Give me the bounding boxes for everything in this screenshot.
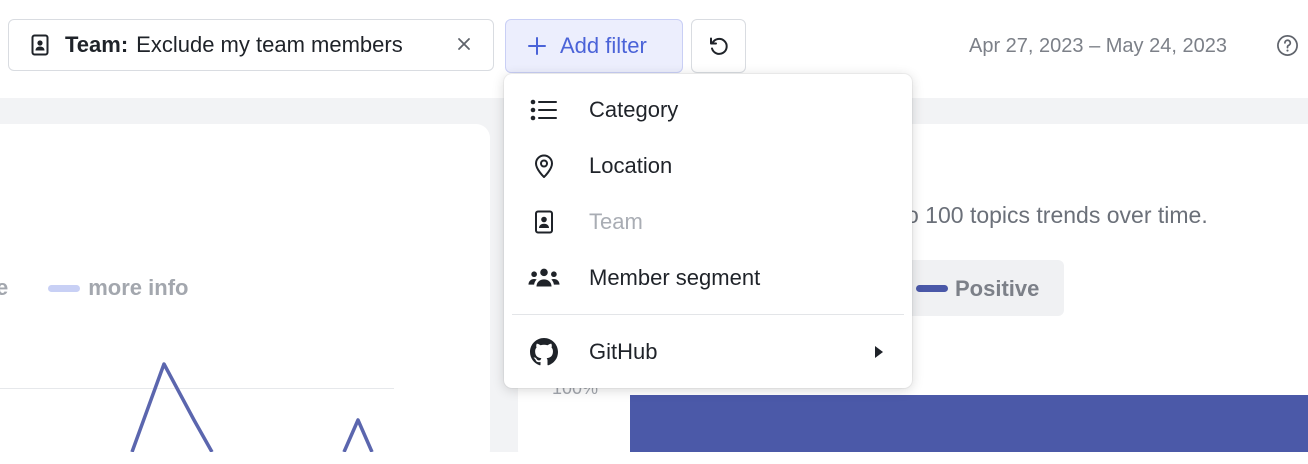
legend-label-positive: Positive [955,276,1040,301]
menu-divider [512,314,904,315]
reset-icon [709,37,728,55]
date-range[interactable]: Apr 27, 2023 – May 24, 2023 [969,35,1227,58]
menu-item-label: Category [589,97,679,122]
map-pin-icon [528,152,560,180]
menu-item-label: Location [589,153,673,178]
chart-series-line-2 [342,418,374,452]
badge-icon [29,34,51,56]
left-legend: e more info [0,275,188,301]
help-circle-icon[interactable] [1276,34,1299,57]
legend-positive[interactable]: Positive [886,260,1064,316]
add-filter-menu: Category Location Team Member segment Gi… [504,74,912,388]
badge-icon [528,208,560,236]
menu-item-category[interactable]: Category [504,82,912,138]
caret-right-icon [875,346,883,358]
team-filter-chip[interactable]: Team: Exclude my team members [8,19,494,71]
menu-item-label: GitHub [589,339,658,364]
github-icon [528,338,560,366]
list-icon [528,96,560,124]
menu-item-label: Team [589,209,643,234]
menu-item-team: Team [504,194,912,250]
chip-label: Team: [65,32,129,57]
legend-label-more-info[interactable]: more info [88,275,188,301]
menu-item-member-segment[interactable]: Member segment [504,250,912,306]
menu-item-label: Member segment [589,265,761,290]
chart-series-line [130,362,214,452]
reset-filters-button[interactable] [691,19,746,73]
add-filter-label: Add filter [560,33,647,58]
chip-value: Exclude my team members [136,32,403,57]
users-icon [528,264,560,292]
legend-swatch-positive [916,285,948,292]
left-line-chart [130,362,374,452]
plus-icon [528,37,546,55]
add-filter-button[interactable]: Add filter [505,19,683,73]
menu-item-github[interactable]: GitHub [504,324,912,380]
menu-item-location[interactable]: Location [504,138,912,194]
chart-description: o 100 topics trends over time. [906,202,1208,228]
legend-cut-label: e [0,275,9,300]
stacked-bar [630,395,1308,452]
close-icon[interactable] [453,33,475,55]
legend-swatch-more-info [48,284,81,292]
